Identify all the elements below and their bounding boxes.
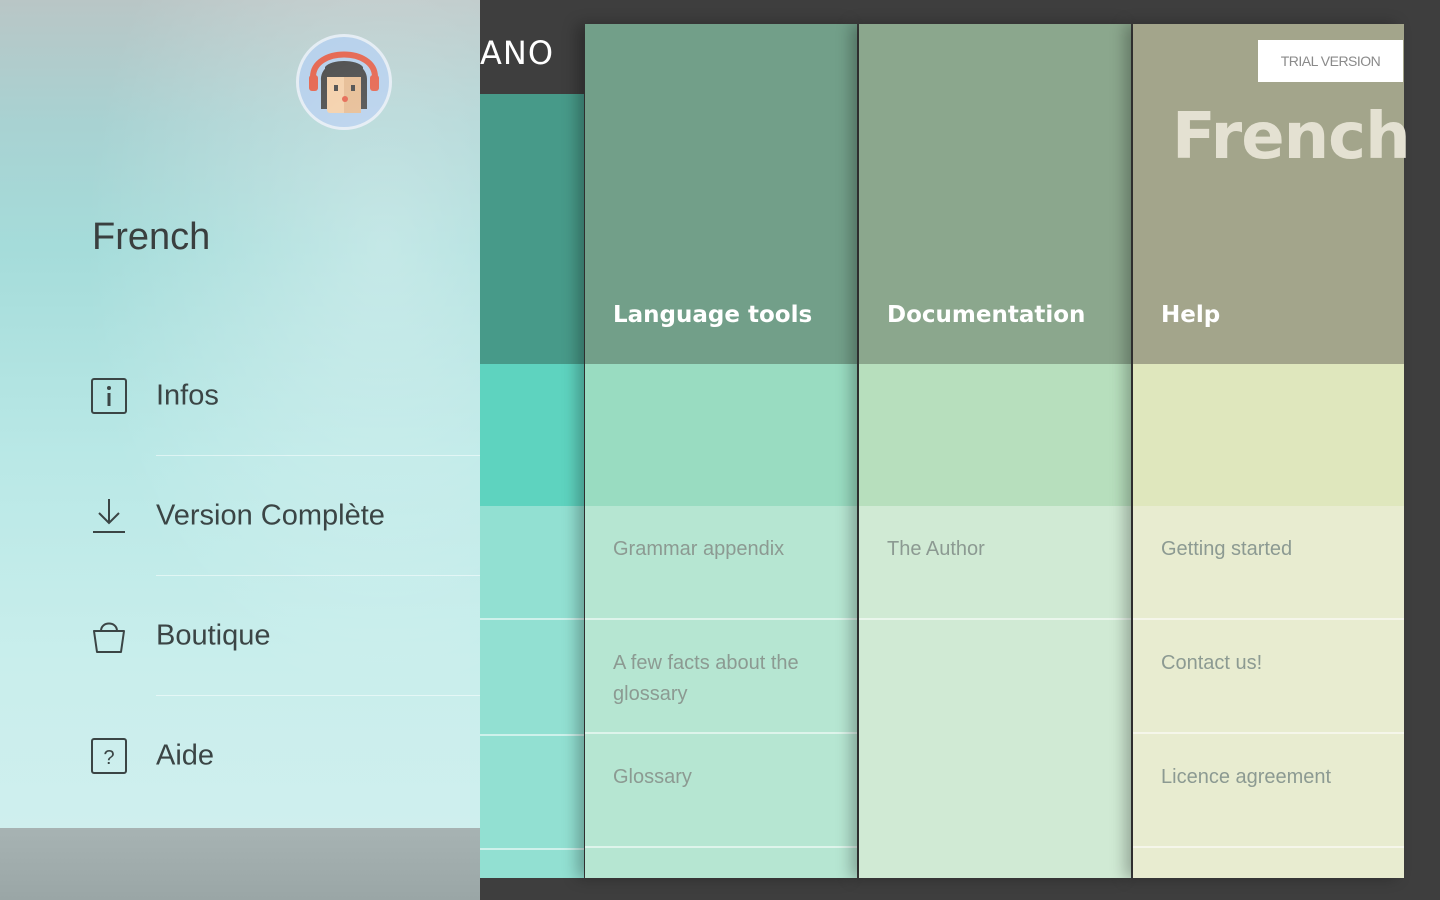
column-title: Help — [1161, 302, 1221, 328]
column-header[interactable]: Documentation — [859, 24, 1131, 364]
list-item-label: The Author — [887, 538, 985, 560]
column-body: Getting started Contact us! Licence agre… — [1133, 506, 1404, 878]
list-item-getting-started[interactable]: Getting started — [1133, 506, 1404, 620]
column-title: Documentation — [887, 302, 1086, 328]
navigation-drawer: French Infos Version Complète Boutique ?… — [0, 0, 480, 828]
language-heading: French — [1172, 100, 1411, 174]
column-band — [1133, 364, 1404, 506]
trial-version-badge[interactable]: TRIAL VERSION — [1258, 40, 1403, 82]
menu-item-version-complete[interactable]: Version Complète — [0, 456, 480, 576]
list-item-the-author[interactable]: The Author — [859, 506, 1131, 620]
help-icon: ? — [90, 737, 128, 775]
column-band — [859, 364, 1131, 506]
svg-text:?: ? — [103, 747, 114, 769]
list-item-label: Contact us! — [1161, 652, 1263, 674]
menu-item-boutique[interactable]: Boutique — [0, 576, 480, 696]
column-body: The Author — [859, 506, 1131, 878]
list-item-label: Licence agreement — [1161, 766, 1332, 788]
list-item-label: Glossary — [613, 766, 692, 788]
menu-item-label: Infos — [156, 379, 219, 412]
column-header[interactable]: Language tools — [585, 24, 857, 364]
list-item-glossary[interactable]: Glossary — [585, 734, 857, 848]
menu-item-label: Boutique — [156, 619, 271, 652]
list-item-glossary-facts[interactable]: A few facts about the glossary — [585, 620, 857, 734]
left-strip-head — [480, 94, 584, 364]
column-band — [585, 364, 857, 506]
avatar-girl-icon[interactable] — [296, 34, 392, 130]
list-item-grammar-appendix[interactable]: Grammar appendix — [585, 506, 857, 620]
column-title: Language tools — [613, 302, 813, 328]
drawer-title: French — [92, 216, 211, 258]
download-icon — [90, 497, 128, 535]
list-item-contact-us[interactable]: Contact us! — [1133, 620, 1404, 734]
list-item-label: Grammar appendix — [613, 538, 785, 560]
drawer-footer — [0, 828, 480, 900]
menu-item-aide[interactable]: ? Aide — [0, 696, 480, 816]
list-item-label: Getting started — [1161, 538, 1293, 560]
menu-item-label: Version Complète — [156, 499, 385, 532]
list-item-licence-agreement[interactable]: Licence agreement — [1133, 734, 1404, 848]
list-item-label: A few facts about the glossary — [613, 652, 799, 705]
info-icon — [90, 377, 128, 415]
basket-icon — [90, 617, 128, 655]
column-body: Grammar appendix A few facts about the g… — [585, 506, 857, 878]
left-strip-band — [480, 364, 584, 506]
left-strip-body — [480, 506, 584, 878]
menu-item-label: Aide — [156, 739, 215, 772]
column-documentation: Documentation The Author — [859, 24, 1131, 878]
app-logo: ANO — [480, 34, 555, 72]
column-language-tools: Language tools Grammar appendix A few fa… — [585, 24, 857, 878]
menu-item-infos[interactable]: Infos — [0, 336, 480, 456]
